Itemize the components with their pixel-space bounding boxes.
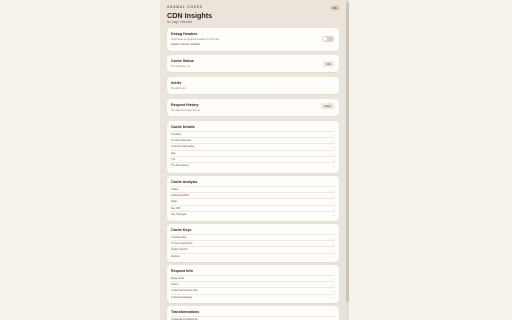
debug-headers-desc: Inject Akamai pragma headers for this ta… xyxy=(171,38,219,41)
chevron-down-icon[interactable]: ⌄ xyxy=(332,212,335,218)
request-history-sub: No requests captured yet xyxy=(171,109,200,112)
scrollbar-thumb[interactable] xyxy=(346,2,349,302)
chevron-down-icon[interactable]: ⌄ xyxy=(332,295,335,301)
request-info-row-label: X-Akamai-Session-Info xyxy=(171,289,198,293)
cache-analysis-row-label: Key Changes xyxy=(171,212,187,216)
cache-details-title: Cache Details xyxy=(171,125,195,129)
chevron-down-icon[interactable]: ⌄ xyxy=(332,163,335,169)
transformations-card: Transformations X-Akamai-Transformed ⌄ xyxy=(167,306,339,320)
alerts-sub: No alerts yet xyxy=(171,87,186,90)
cache-details-row-label: TTL xyxy=(171,157,176,161)
page-title: CDN Insights xyxy=(167,11,213,20)
cache-analysis-row-label: Key Diff xyxy=(171,206,181,210)
cache-keys-row-label: X-True-Cache-Key xyxy=(171,242,193,246)
cache-details-card: Cache Details X-Cache ⌄ X-Cache-Remote ⌄ X-C… xyxy=(167,121,339,173)
cache-status-title: Cache Status xyxy=(171,59,194,63)
cache-keys-row-label: X-Cache-Key xyxy=(171,236,187,239)
chevron-down-icon[interactable]: ⌄ xyxy=(332,254,335,260)
request-info-row[interactable]: X-Akamai-Staging ⌄ xyxy=(171,293,335,301)
cache-keys-title: Cache Keys xyxy=(171,228,192,232)
request-info-card: Request Info Request ID ⌄ Server ⌄ X-Akamai-… xyxy=(167,265,339,303)
url-chip[interactable]: URL xyxy=(329,5,340,11)
alerts-card: Alerts No alerts yet xyxy=(167,77,339,94)
cache-details-row[interactable]: TTL Remaining ⌄ xyxy=(171,162,335,169)
request-info-title: Request Info xyxy=(171,269,193,273)
cache-details-row-label: Age xyxy=(171,151,176,155)
extension-panel: ARAMAL CODES CDN Insights No page detect… xyxy=(160,0,348,320)
cache-analysis-row[interactable]: Key Changes ⌄ xyxy=(171,210,335,218)
request-info-row-label: X-Akamai-Staging xyxy=(171,295,192,299)
debug-headers-card: Debug Headers Inject Akamai pragma heade… xyxy=(167,28,339,51)
request-history-card: Request History No requests captured yet… xyxy=(167,99,339,116)
transformations-row[interactable]: X-Akamai-Transformed ⌄ xyxy=(171,316,335,320)
request-info-row-label: Server xyxy=(171,283,179,287)
alerts-title: Alerts xyxy=(171,81,182,85)
cache-keys-row-label: Expires xyxy=(171,254,180,258)
clear-history-button[interactable]: Clear xyxy=(321,103,334,109)
page-scrollbar[interactable] xyxy=(346,0,349,320)
request-history-title: Request History xyxy=(171,103,199,107)
transformations-title: Transformations xyxy=(171,310,200,314)
debug-headers-title: Debug Headers xyxy=(171,32,198,36)
cache-details-row-label: X-Cache-Remote xyxy=(171,139,192,143)
panel-header: ARAMAL CODES CDN Insights No page detect… xyxy=(167,4,341,26)
cache-status-badge: N/A xyxy=(323,61,334,67)
cache-status-sub: No response yet xyxy=(171,65,190,68)
cache-keys-row[interactable]: Expires ⌄ xyxy=(171,252,335,260)
request-info-row-label: Request ID xyxy=(171,277,184,280)
cache-details-row-label: X-Check-Cacheable xyxy=(171,145,195,149)
cache-status-card: Cache Status No response yet N/A xyxy=(167,55,339,72)
cache-keys-card: Cache Keys X-Cache-Key ⌄ X-True-Cache-Key ⌄… xyxy=(167,224,339,262)
cache-analysis-row-label: Status xyxy=(171,188,179,191)
cache-analysis-card: Cache Analysis Status ⌄ Cache Enabled ⌄ Stal… xyxy=(167,176,339,221)
cache-details-row-label: TTL Remaining xyxy=(171,164,189,167)
cache-analysis-row-label: Stale xyxy=(171,200,177,204)
cache-analysis-title: Cache Analysis xyxy=(171,180,198,184)
debug-headers-toggle[interactable] xyxy=(322,36,334,42)
brand-label: ARAMAL CODES xyxy=(167,5,203,9)
debug-headers-status: Header injection disabled xyxy=(171,43,201,46)
cache-details-row-label: X-Cache xyxy=(171,133,182,136)
cache-analysis-row-label: Cache Enabled xyxy=(171,194,189,198)
page-subtitle: No page detected xyxy=(167,20,193,24)
cache-keys-row-label: Cache Control xyxy=(171,248,188,252)
